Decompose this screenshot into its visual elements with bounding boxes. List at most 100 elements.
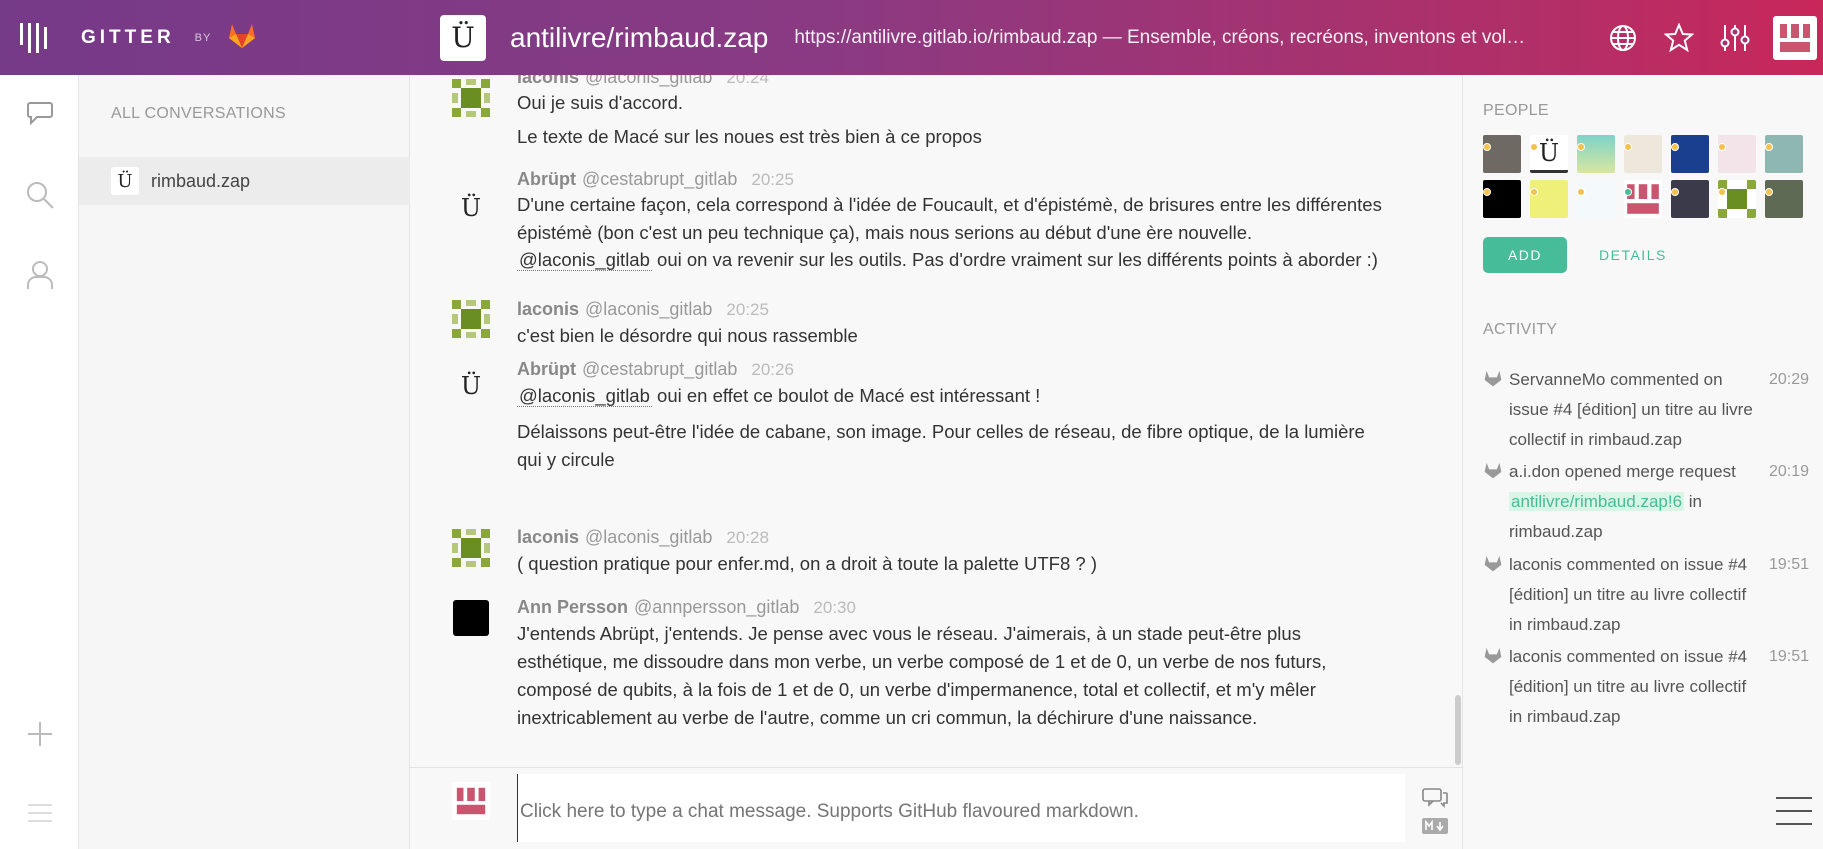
activity-time: 20:29 — [1769, 371, 1810, 388]
person-avatar[interactable] — [1671, 135, 1709, 173]
conversations-header: ALL CONVERSATIONS — [111, 105, 286, 122]
message-header: Abrüpt @cestabrupt_gitlab 20:26 — [517, 359, 794, 380]
room-avatar[interactable]: Ü — [440, 14, 486, 61]
message-header: laconis @laconis_gitlab 20:25 — [517, 299, 769, 320]
username[interactable]: @annpersson_gitlab — [634, 597, 799, 617]
username[interactable]: @laconis_gitlab — [585, 75, 712, 87]
person-avatar[interactable] — [1624, 135, 1662, 173]
user-avatar-tile[interactable] — [1773, 15, 1817, 60]
hamburger-menu-icon[interactable] — [1775, 796, 1813, 831]
username[interactable]: @laconis_gitlab — [585, 299, 712, 319]
star-icon[interactable] — [1651, 10, 1707, 66]
person-avatar[interactable]: Ü — [1530, 135, 1568, 173]
person-avatar[interactable] — [1765, 135, 1803, 173]
globe-icon[interactable] — [1595, 10, 1651, 66]
chat-messages[interactable]: laconis @laconis_gitlab 20:24 Oui je suis … — [410, 75, 1462, 767]
username[interactable]: @cestabrupt_gitlab — [582, 359, 737, 379]
message-text: Délaissons peut-être l'idée de cabane, s… — [517, 421, 1365, 470]
conversation-avatar: Ü — [111, 167, 139, 195]
details-button[interactable]: DETAILS — [1599, 237, 1667, 273]
gitlab-icon — [1483, 554, 1503, 577]
left-nav — [0, 75, 79, 849]
header-actions — [1595, 0, 1823, 75]
timestamp[interactable]: 20:28 — [726, 528, 769, 547]
message-text: c'est bien le désordre qui nous rassembl… — [517, 325, 858, 346]
username[interactable]: @laconis_gitlab — [585, 527, 712, 547]
person-icon[interactable] — [18, 253, 62, 297]
markdown-help-icon[interactable] — [1422, 818, 1448, 839]
message-header: laconis @laconis_gitlab 20:28 — [517, 527, 769, 548]
brand-by: BY — [194, 31, 212, 44]
display-name[interactable]: laconis — [517, 527, 579, 547]
person-avatar[interactable] — [1718, 180, 1756, 218]
laconis-avatar[interactable] — [452, 529, 490, 567]
chat-input[interactable] — [517, 774, 1405, 842]
username[interactable]: @cestabrupt_gitlab — [582, 169, 737, 189]
activity-text: a.i.don opened merge request antilivre/r… — [1509, 457, 1759, 547]
gitter-app: GITTER BY Ü antilivre/rimbaud.zap https:… — [0, 0, 1823, 849]
activity-time: 19:51 — [1769, 648, 1810, 665]
display-name[interactable]: laconis — [517, 299, 579, 319]
display-name[interactable]: Abrüpt — [517, 169, 576, 189]
black-square-icon — [453, 600, 489, 636]
chat-composer — [410, 767, 1462, 849]
right-panel: PEOPLE Ü ADD DETAILS ACTIVITY ServanneMo… — [1462, 75, 1823, 849]
message-text: Le texte de Macé sur les noues est très … — [517, 126, 982, 147]
room-topic[interactable]: https://antilivre.gitlab.io/rimbaud.zap … — [794, 27, 1534, 49]
chat-scrollbar[interactable] — [1455, 695, 1461, 765]
abrupt-avatar[interactable]: Ü — [452, 367, 490, 405]
person-avatar[interactable] — [1765, 180, 1803, 218]
conversation-item[interactable]: Ü rimbaud.zap — [79, 157, 410, 205]
gitlab-icon — [1483, 369, 1503, 392]
laconis-avatar[interactable] — [452, 79, 490, 117]
brand[interactable]: GITTER BY — [0, 21, 440, 54]
message-text: @laconis_gitlab oui on va revenir sur le… — [517, 246, 1387, 274]
person-avatar[interactable] — [1483, 180, 1521, 218]
timestamp[interactable]: 20:26 — [751, 360, 794, 379]
message-text: Oui je suis d'accord. — [517, 92, 683, 113]
activity-text-before: a.i.don opened merge request — [1509, 462, 1736, 481]
message-text-rest: oui on va revenir sur les outils. Pas d'… — [651, 249, 1378, 270]
display-name[interactable]: Abrüpt — [517, 359, 576, 379]
gitlab-icon — [1483, 461, 1503, 484]
message-text: J'entends Abrüpt, j'entends. Je pense av… — [517, 623, 1327, 728]
user-mention[interactable]: @laconis_gitlab — [517, 249, 652, 271]
room-name[interactable]: antilivre/rimbaud.zap — [510, 22, 768, 54]
abrupt-avatar[interactable]: Ü — [452, 189, 490, 227]
merge-request-link[interactable]: antilivre/rimbaud.zap!6 — [1509, 492, 1685, 511]
timestamp[interactable]: 20:30 — [813, 598, 856, 617]
laconis-avatar[interactable] — [452, 300, 490, 338]
add-people-button[interactable]: ADD — [1483, 237, 1567, 273]
person-avatar[interactable] — [1577, 135, 1615, 173]
person-avatar[interactable] — [1671, 180, 1709, 218]
compose-mode-icon[interactable] — [1422, 786, 1448, 813]
message-text-rest: oui en effet ce boulot de Macé est intér… — [651, 385, 1041, 406]
display-name[interactable]: Ann Persson — [517, 597, 628, 617]
user-mention[interactable]: @laconis_gitlab — [517, 385, 652, 407]
display-name[interactable]: laconis — [517, 75, 579, 87]
message-header: laconis @laconis_gitlab 20:24 — [517, 75, 769, 88]
menu-icon[interactable] — [18, 791, 62, 835]
message-text: D'une certaine façon, cela correspond à … — [517, 194, 1382, 243]
activity-time: 19:51 — [1769, 556, 1810, 573]
message-text: ( question pratique pour enfer.md, on a … — [517, 553, 1098, 574]
activity-text: laconis commented on issue #4 [édition] … — [1509, 647, 1748, 726]
plus-icon[interactable] — [18, 712, 62, 756]
activity-header: ACTIVITY — [1483, 321, 1558, 338]
timestamp[interactable]: 20:24 — [726, 75, 769, 87]
timestamp[interactable]: 20:25 — [751, 170, 794, 189]
conversations-panel: ALL CONVERSATIONS Ü rimbaud.zap — [79, 75, 410, 849]
person-avatar[interactable] — [1624, 180, 1662, 218]
person-avatar[interactable] — [1530, 180, 1568, 218]
person-avatar[interactable] — [1577, 180, 1615, 218]
gitlab-icon — [1483, 646, 1503, 669]
conversation-name: rimbaud.zap — [151, 170, 251, 191]
annpersson-avatar[interactable] — [452, 599, 490, 637]
person-avatar[interactable] — [1718, 135, 1756, 173]
person-avatar[interactable] — [1483, 135, 1521, 173]
search-icon[interactable] — [18, 173, 62, 217]
settings-sliders-icon[interactable] — [1707, 10, 1763, 66]
current-user-avatar[interactable] — [452, 782, 490, 820]
chat-bubble-icon[interactable] — [18, 91, 62, 135]
timestamp[interactable]: 20:25 — [726, 300, 769, 319]
